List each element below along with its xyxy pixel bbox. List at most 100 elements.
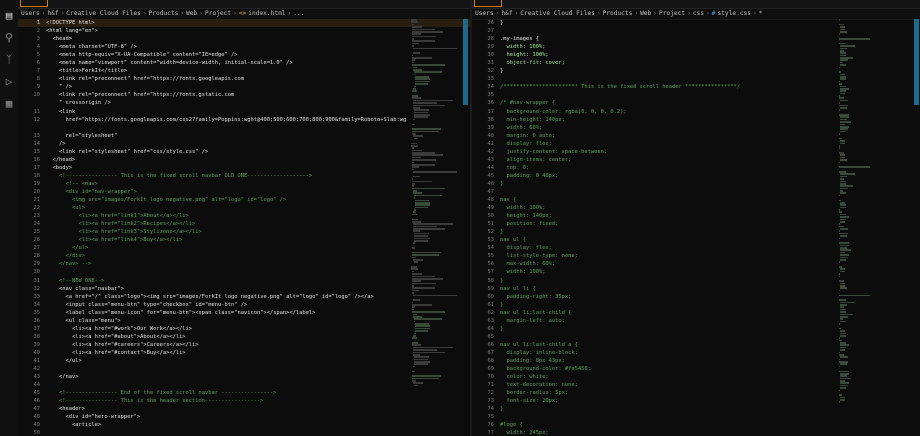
line-number: 67	[487, 349, 495, 356]
code-line[interactable]: " crossorigin />	[18, 99, 470, 107]
code-line[interactable]: 14 />	[18, 140, 470, 148]
breadcrumb-item[interactable]: Users	[21, 10, 40, 17]
code-line[interactable]: 22 <ul>	[18, 204, 470, 212]
breadcrumb-item[interactable]: Creative Cloud Files	[66, 10, 141, 17]
breadcrumb-item[interactable]: ...	[293, 10, 304, 17]
code-line[interactable]: 4 <meta charset="UTF-8" />	[18, 43, 470, 51]
code-line[interactable]: 17 <body>	[18, 164, 470, 172]
code-line[interactable]: 23 <li><a href="link1">About</a></li>	[18, 212, 470, 220]
code-line[interactable]: 24 <li><a href="link2">Recipes</a></li>	[18, 220, 470, 228]
minimap[interactable]	[839, 19, 885, 436]
code-line[interactable]: 39 <li><a href="#careers">Careers</a></l…	[18, 341, 470, 349]
code-line[interactable]: 18 <!---------------- This is the fixed …	[18, 172, 470, 180]
editor-pane-right[interactable]: Users › h&f › Creative Cloud Files › Products ›…	[472, 0, 920, 436]
code-line[interactable]: 12 href="https://fonts.googleapis.com/cs…	[18, 116, 470, 124]
code-line[interactable]: 38 <li><a href="#about">About</a></li>	[18, 333, 470, 341]
breadcrumb-item[interactable]: *	[759, 10, 763, 17]
tab-style-css[interactable]	[474, 0, 502, 7]
code-line[interactable]: 33 <a href="/" class="logo"><img src="im…	[18, 293, 470, 301]
code-line[interactable]: 11 <link	[18, 108, 470, 116]
code-text: .my-images {	[500, 36, 539, 43]
code-line[interactable]: 6 <meta name="viewport" content="width=d…	[18, 59, 470, 67]
code-line[interactable]: 40 <li><a href="#contact">Buy</a></li>	[18, 349, 470, 357]
code-line[interactable]: 47 <header>	[18, 405, 470, 413]
code-line[interactable]: 2 <html lang="en">	[18, 27, 470, 35]
code-line[interactable]: 43 </nav>	[18, 373, 470, 381]
minimap-line	[413, 365, 416, 368]
code-line[interactable]: 42	[18, 365, 470, 373]
files-icon[interactable]: ▤	[0, 4, 18, 26]
breadcrumb-item[interactable]: Users	[475, 10, 494, 17]
tab-index-html[interactable]	[20, 0, 48, 7]
breadcrumb-item[interactable]: Web	[640, 10, 651, 17]
code-line[interactable]: 7 <title>ForkIt</title>	[18, 67, 470, 75]
minimap-line	[412, 35, 437, 38]
code-text: <ul>	[46, 205, 85, 212]
minimap-line	[412, 159, 437, 161]
code-line[interactable]: 49 <article>	[18, 421, 470, 429]
code-line[interactable]: 30	[18, 268, 470, 276]
code-line[interactable]: 41 </ul>	[18, 357, 470, 365]
minimap-line	[839, 130, 847, 133]
source-control-icon[interactable]: ᛉ	[0, 48, 18, 70]
run-debug-icon[interactable]: ▷	[0, 70, 18, 92]
code-text: nav ul li {	[500, 285, 536, 292]
code-line[interactable]: 32 <nav class="navbar">	[18, 285, 470, 293]
breadcrumb-item[interactable]: style.css	[717, 10, 751, 17]
code-line[interactable]: 26 <li><a href="link4">Buy</a></li>	[18, 236, 470, 244]
code-line[interactable]: 50	[18, 429, 470, 436]
code-line[interactable]: 46 <!---------------- This is the header…	[18, 397, 470, 405]
code-line[interactable]: 48 <div id="hero-wrapper">	[18, 413, 470, 421]
code-line[interactable]: 15 <link rel="stylesheet" href="css/styl…	[18, 148, 470, 156]
line-number: 35	[33, 309, 41, 316]
code-line[interactable]: 1 <!DOCTYPE html>	[18, 19, 470, 28]
minimap-line	[413, 171, 458, 173]
breadcrumb-item[interactable]: Products	[603, 10, 633, 17]
breadcrumb-item[interactable]: Web	[186, 10, 197, 17]
code-line[interactable]: 36 <ul class="menu">	[18, 317, 470, 325]
code-text: <ul class="menu">	[46, 317, 121, 324]
code-text: " crossorigin />	[46, 100, 111, 107]
code-line[interactable]: 5 <meta http-equiv="X-UA-Compatible" con…	[18, 51, 470, 59]
code-line[interactable]	[18, 124, 470, 132]
code-line[interactable]: 21 <img src="images/ForkIt logo negative…	[18, 196, 470, 204]
code-line[interactable]: 10 <link rel="preconnect" href="https://…	[18, 91, 470, 99]
breadcrumb-item[interactable]: index.html	[248, 10, 285, 17]
code-line[interactable]: 34 <input class="menu-btn" type="checkbo…	[18, 301, 470, 309]
line-number: 41	[33, 357, 41, 364]
code-line[interactable]: 27 </ul>	[18, 244, 470, 252]
editor-pane-left[interactable]: Users › h&f › Creative Cloud Files › Products ›…	[18, 0, 470, 436]
code-line[interactable]: 13 rel="stylesheet"	[18, 132, 470, 140]
minimap-line	[412, 187, 446, 190]
code-line[interactable]: 25 <li><a href="link3">Stylizone</a></li…	[18, 228, 470, 236]
breadcrumb-item[interactable]: Project	[205, 10, 231, 17]
code-text: <li><a href="#careers">Careers</a></li>	[46, 341, 199, 348]
minimap-line	[413, 299, 420, 301]
extensions-icon[interactable]: ▦	[0, 92, 18, 114]
code-line[interactable]: 37 <li><a href="#work">Our Work</a></li>	[18, 325, 470, 333]
minimap[interactable]	[411, 19, 458, 436]
code-line[interactable]: 28 </div>	[18, 252, 470, 260]
code-line[interactable]: 3 <head>	[18, 35, 470, 43]
code-line[interactable]: 19 <!-- <nav>	[18, 180, 470, 188]
breadcrumb-item[interactable]: h&f	[501, 10, 512, 17]
code-line[interactable]: 45 <!---------------- End of the fixed s…	[18, 389, 470, 397]
code-line[interactable]: 29 </nav> -->	[18, 260, 470, 268]
search-icon[interactable]: ⚲	[0, 26, 18, 48]
code-line[interactable]: 31 <!--NEW ONE-->	[18, 277, 470, 285]
scrollbar-thumb[interactable]	[463, 19, 468, 105]
breadcrumb-item[interactable]: Creative Cloud Files	[520, 10, 595, 17]
breadcrumb-item[interactable]: css	[693, 10, 704, 17]
breadcrumb-item[interactable]: Project	[659, 10, 685, 17]
code-line[interactable]: 20 <div id="nav-wrapper">	[18, 188, 470, 196]
scrollbar-thumb[interactable]	[914, 19, 919, 105]
breadcrumb-item[interactable]: Products	[149, 10, 179, 17]
code-line[interactable]: 16 </head>	[18, 156, 470, 164]
code-line[interactable]: 35 <label class="menu-icon" for="menu-bt…	[18, 309, 470, 317]
code-area[interactable]: 1 <!DOCTYPE html> 2 <html lang="en"> 3 <head…	[18, 19, 470, 436]
minimap-line	[413, 294, 458, 297]
code-line[interactable]: 8 <link rel="preconnect" href="https://f…	[18, 75, 470, 83]
breadcrumb-item[interactable]: h&f	[47, 10, 58, 17]
code-line[interactable]: 44	[18, 381, 470, 389]
code-line[interactable]: 9 " />	[18, 83, 470, 91]
